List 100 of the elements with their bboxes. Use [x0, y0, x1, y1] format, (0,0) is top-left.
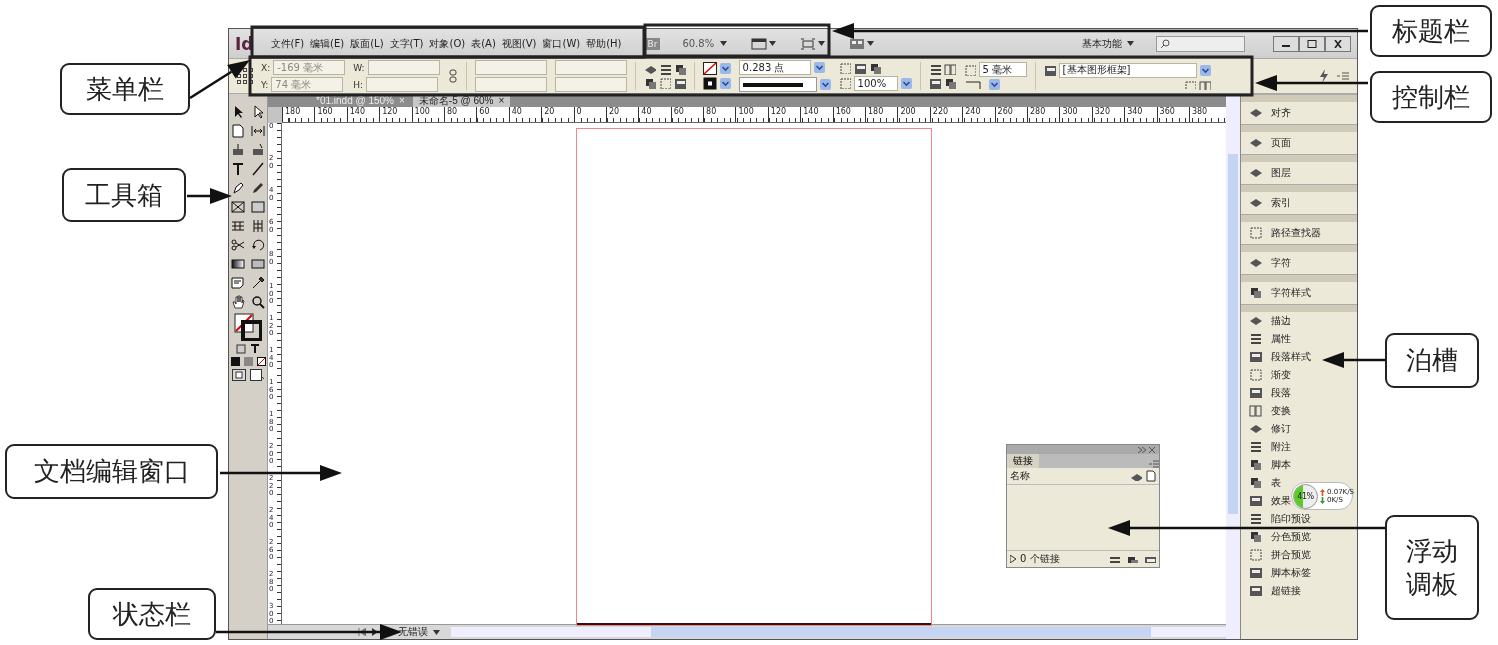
arrange-documents-icon[interactable]: [849, 37, 866, 50]
rotation-field[interactable]: [554, 60, 627, 75]
panel-grip[interactable]: [1241, 304, 1357, 312]
panel-tab[interactable]: 分色预览: [1241, 528, 1314, 546]
caret-icon[interactable]: [433, 629, 440, 635]
horizontal-scrollbar[interactable]: [451, 627, 1226, 637]
panel-grip[interactable]: [1241, 184, 1357, 192]
dropdown-button-icon[interactable]: [719, 78, 731, 89]
menu-item[interactable]: 帮助(H): [583, 34, 625, 53]
formatting-container-icon[interactable]: [236, 344, 246, 354]
apply-color-icon[interactable]: [230, 357, 240, 366]
panel-tab[interactable]: 效果: [1241, 492, 1294, 510]
minimize-button[interactable]: [1273, 35, 1299, 52]
dropdown-button-icon[interactable]: [988, 79, 1000, 90]
menu-item[interactable]: 文字(T): [386, 34, 427, 53]
tab-close[interactable]: ×: [498, 94, 505, 107]
zoom-tool-icon[interactable]: [251, 295, 265, 309]
panel-grip[interactable]: [1241, 154, 1357, 162]
menu-item[interactable]: 编辑(E): [307, 34, 348, 53]
shear-field[interactable]: [554, 77, 627, 92]
caret-icon[interactable]: [867, 41, 875, 46]
menu-item[interactable]: 版面(L): [347, 34, 387, 53]
panel-tab[interactable]: 索引: [1241, 192, 1294, 214]
panel-tab[interactable]: 变换: [1241, 402, 1294, 420]
panel-grip[interactable]: [1241, 124, 1357, 132]
workspace-switcher[interactable]: 基本功能: [1082, 36, 1122, 51]
rotate-tool-icon[interactable]: [251, 238, 265, 252]
next-page-icon[interactable]: [371, 628, 379, 636]
search-field[interactable]: [1156, 35, 1245, 52]
panel-tab[interactable]: 脚本标签: [1241, 564, 1314, 582]
scale-x-field[interactable]: [474, 60, 547, 75]
panel-tab[interactable]: 表: [1241, 474, 1284, 492]
dropdown-button-icon[interactable]: [813, 62, 825, 73]
page-tool-icon[interactable]: [231, 124, 245, 138]
pen-tool-icon[interactable]: [231, 181, 245, 195]
panel-tab[interactable]: 路径查找器: [1241, 222, 1324, 244]
close-button[interactable]: [1325, 35, 1351, 52]
panel-tab[interactable]: 链接: [1007, 454, 1039, 468]
panel-tab[interactable]: 图层: [1241, 162, 1294, 184]
panel-tab[interactable]: 渐变: [1241, 366, 1294, 384]
scale-y-field[interactable]: [474, 77, 547, 92]
direct-selection-tool-icon[interactable]: [251, 105, 265, 119]
menu-item[interactable]: 窗口(W): [539, 34, 584, 53]
corner-size-field[interactable]: 5 毫米: [978, 62, 1027, 77]
normal-view-icon[interactable]: [232, 369, 246, 381]
gradient-tool-icon[interactable]: [231, 257, 245, 271]
stroke-weight-field[interactable]: 0.283 点: [738, 60, 811, 75]
maximize-button[interactable]: [1299, 35, 1325, 52]
panel-tab[interactable]: 描边: [1241, 312, 1294, 330]
menu-item[interactable]: 表(A): [468, 34, 499, 53]
caret-icon[interactable]: [720, 41, 728, 46]
scissors-tool-icon[interactable]: [231, 238, 245, 252]
object-style-field[interactable]: [基本图形框架]: [1058, 62, 1197, 78]
lightning-icon[interactable]: [1319, 69, 1329, 83]
fill-stroke-icon[interactable]: [234, 313, 262, 341]
screen-mode-icon[interactable]: [751, 37, 768, 50]
panel-tab[interactable]: 超链接: [1241, 582, 1304, 600]
gap-tool-icon[interactable]: [251, 124, 265, 138]
horizontal-grid-tool-icon[interactable]: [231, 219, 245, 233]
panel-tab[interactable]: 拼合预览: [1241, 546, 1314, 564]
panel-tab[interactable]: 字符样式: [1241, 282, 1314, 304]
page-icon[interactable]: [1146, 470, 1156, 482]
panel-tab[interactable]: 字符: [1241, 252, 1294, 274]
formatting-text-icon[interactable]: [250, 344, 260, 354]
dropdown-button-icon[interactable]: [819, 79, 831, 90]
panel-tab[interactable]: 属性: [1241, 330, 1294, 348]
menu-item[interactable]: 文件(F): [267, 34, 308, 53]
panel-tab[interactable]: 附注: [1241, 438, 1294, 456]
panel-tab[interactable]: 页面: [1241, 132, 1294, 154]
hand-tool-icon[interactable]: [231, 295, 245, 309]
opacity-field[interactable]: 100%: [853, 75, 898, 91]
panel-grip[interactable]: [1241, 94, 1357, 102]
eyedropper-tool-icon[interactable]: [251, 276, 265, 290]
vertical-scrollbar[interactable]: [1226, 94, 1240, 639]
type-tool-icon[interactable]: [231, 162, 245, 176]
dropdown-button-icon[interactable]: [719, 63, 731, 74]
width-field[interactable]: [367, 60, 440, 75]
first-page-icon[interactable]: [358, 628, 366, 636]
panel-grip[interactable]: [1241, 244, 1357, 252]
caret-icon[interactable]: [769, 41, 777, 46]
preview-mode-icon[interactable]: [250, 369, 264, 381]
panel-grip[interactable]: [1241, 274, 1357, 282]
vertical-grid-tool-icon[interactable]: [251, 219, 265, 233]
stroke-swatch-icon[interactable]: [702, 77, 717, 90]
rectangle-frame-tool-icon[interactable]: [231, 200, 245, 214]
height-field[interactable]: [366, 77, 438, 92]
panel-tab[interactable]: 陷印预设: [1241, 510, 1314, 528]
panel-tab[interactable]: 对齐: [1241, 102, 1294, 124]
rectangle-tool-icon[interactable]: [251, 200, 265, 214]
menu-item[interactable]: 视图(V): [498, 34, 540, 53]
panel-tab[interactable]: 脚本: [1241, 456, 1294, 474]
collapse-icon[interactable]: [1138, 446, 1146, 453]
fill-swatch-icon[interactable]: [702, 62, 717, 75]
stroke-type-field[interactable]: [738, 77, 817, 92]
caret-icon[interactable]: [1127, 41, 1134, 46]
panel-tab[interactable]: 段落样式: [1241, 348, 1314, 366]
close-icon[interactable]: [1149, 446, 1155, 453]
panel-grip[interactable]: [1241, 214, 1357, 222]
dropdown-button-icon[interactable]: [1199, 64, 1211, 76]
constrain-proportions-icon[interactable]: [447, 69, 458, 83]
